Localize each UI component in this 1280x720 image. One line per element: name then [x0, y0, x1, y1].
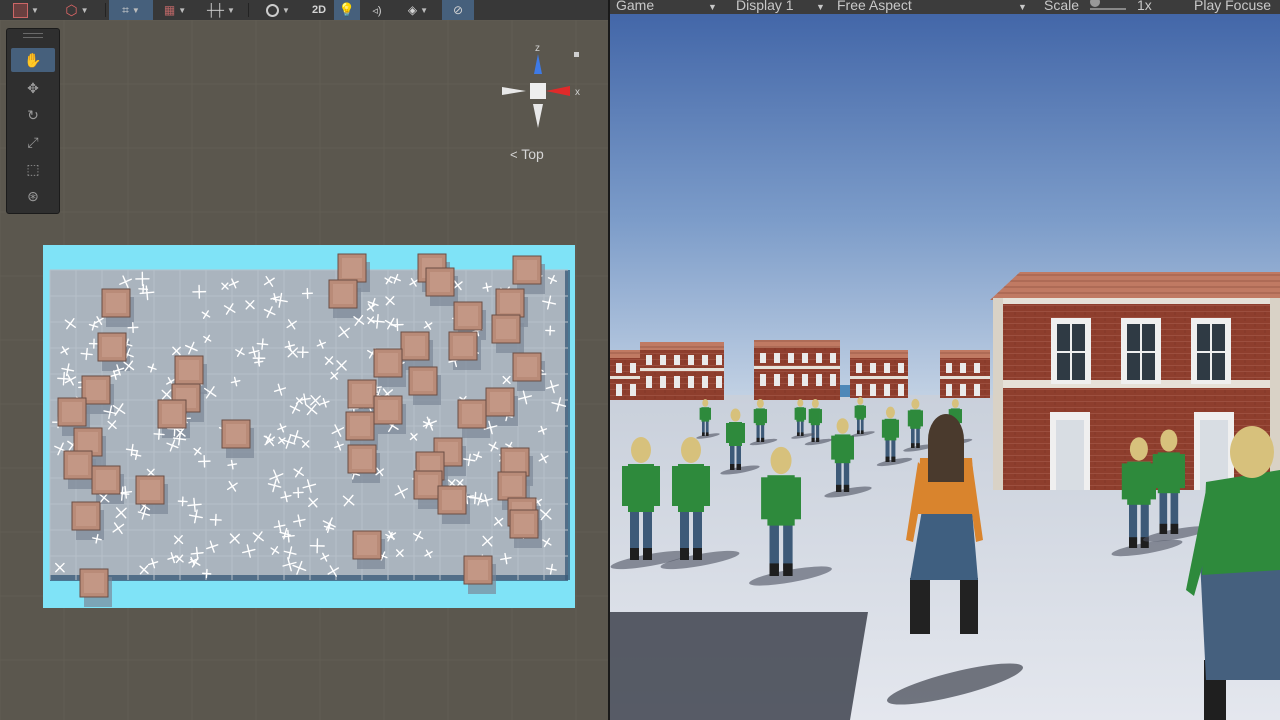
draw-mode-dropdown[interactable]: ▼ [252, 0, 304, 20]
game-tab-dropdown[interactable]: ▼ [708, 0, 717, 13]
audio-icon: ◃) [372, 4, 382, 17]
scene-visibility-button[interactable]: ⊘ [442, 0, 474, 20]
chevron-down-icon: ▼ [816, 2, 825, 12]
gizmo-z-label: z [535, 43, 540, 54]
move-icon: ✥ [27, 79, 39, 96]
chevron-down-icon: ▼ [282, 5, 290, 15]
audio-button[interactable]: ◃) [360, 0, 394, 20]
chevron-down-icon: ▼ [31, 5, 39, 15]
view-orientation-label[interactable]: < Top [510, 146, 544, 162]
pivot-icon: ⌗ [122, 2, 129, 17]
scene-toolbar: ▼ ⬡ ▼ ⌗ ▼ ▦ ▼ ┼┼ ▼ ▼ 2D 💡 ◃) ◈ ▼ ⊘ [0, 0, 608, 20]
chevron-left-icon: < [510, 147, 518, 162]
scale-value: 1x [1137, 0, 1152, 13]
game-toolbar: Game ▼ Display 1 ▼ Free Aspect ▼ Scale 1… [610, 0, 1280, 14]
mode-2d-button[interactable]: 2D [304, 0, 334, 20]
chevron-down-icon: ▼ [80, 5, 89, 15]
hand-tool[interactable]: ✋ [11, 48, 55, 72]
draw-mode-button[interactable]: ▼ [0, 0, 52, 20]
chevron-down-icon: ▼ [708, 2, 717, 12]
scale-icon: ⤢ [27, 133, 39, 150]
shading-button[interactable]: ⬡ ▼ [52, 0, 102, 20]
chevron-down-icon: ▼ [1018, 2, 1027, 12]
chevron-down-icon: ▼ [227, 5, 235, 15]
pivot-button[interactable]: ⌗ ▼ [109, 0, 153, 20]
gizmo-x-label: x [575, 87, 580, 98]
rotate-tool[interactable]: ↻ [11, 103, 55, 127]
gizmo-lock-icon[interactable] [574, 52, 579, 57]
scale-slider[interactable] [1090, 0, 1126, 14]
grid-snap-icon: ▦ [163, 3, 176, 17]
eye-slash-icon: ⊘ [452, 3, 464, 17]
ruler-icon: ┼┼ [207, 3, 225, 17]
toolbar-divider [105, 3, 106, 17]
grid-snap-button[interactable]: ▦ ▼ [153, 0, 197, 20]
chevron-down-icon: ▼ [178, 5, 187, 15]
scale-tool[interactable]: ⤢ [11, 130, 55, 154]
hand-icon: ✋ [24, 51, 42, 68]
draw-mode-icon [13, 2, 29, 18]
layers-icon: ◈ [407, 3, 418, 17]
lighting-button[interactable]: 💡 [334, 0, 360, 20]
chevron-down-icon: ▼ [420, 5, 429, 15]
tool-palette: ✋ ✥ ↻ ⤢ ⬚ ⊛ [6, 28, 60, 214]
transform-icon: ⊛ [27, 187, 39, 204]
game-tab[interactable]: Game [616, 0, 654, 13]
rect-icon: ⬚ [26, 160, 40, 177]
cube-icon: ⬡ [65, 1, 78, 18]
game-view[interactable]: Game ▼ Display 1 ▼ Free Aspect ▼ Scale 1… [610, 0, 1280, 720]
orientation-gizmo[interactable]: z x [496, 40, 586, 140]
aspect-dropdown[interactable]: Free Aspect [837, 0, 912, 13]
chevron-down-icon: ▼ [131, 5, 140, 15]
scale-label: Scale [1044, 0, 1080, 13]
rect-tool[interactable]: ⬚ [11, 157, 55, 181]
lightbulb-icon: 💡 [338, 2, 356, 17]
rotate-icon: ↻ [27, 106, 39, 123]
effects-button[interactable]: ◈ ▼ [394, 0, 442, 20]
display-dropdown[interactable]: Display 1 [736, 0, 794, 13]
play-focused-dropdown[interactable]: Play Focuse [1194, 0, 1271, 13]
scene-view[interactable]: ▼ ⬡ ▼ ⌗ ▼ ▦ ▼ ┼┼ ▼ ▼ 2D 💡 ◃) ◈ ▼ ⊘ ✋ ✥ ↻… [0, 0, 608, 720]
increment-snap-button[interactable]: ┼┼ ▼ [197, 0, 245, 20]
view-label-text: Top [521, 146, 544, 162]
sphere-icon [266, 3, 280, 17]
move-tool[interactable]: ✥ [11, 76, 55, 100]
toolbar-divider [248, 3, 249, 17]
aspect-dropdown-arrow[interactable]: ▼ [1018, 0, 1027, 13]
palette-grip[interactable] [23, 33, 43, 38]
display-dropdown-arrow[interactable]: ▼ [816, 0, 825, 13]
transform-tool[interactable]: ⊛ [11, 184, 55, 208]
game-render [610, 0, 1280, 720]
scale-slider-handle[interactable] [1090, 0, 1100, 7]
